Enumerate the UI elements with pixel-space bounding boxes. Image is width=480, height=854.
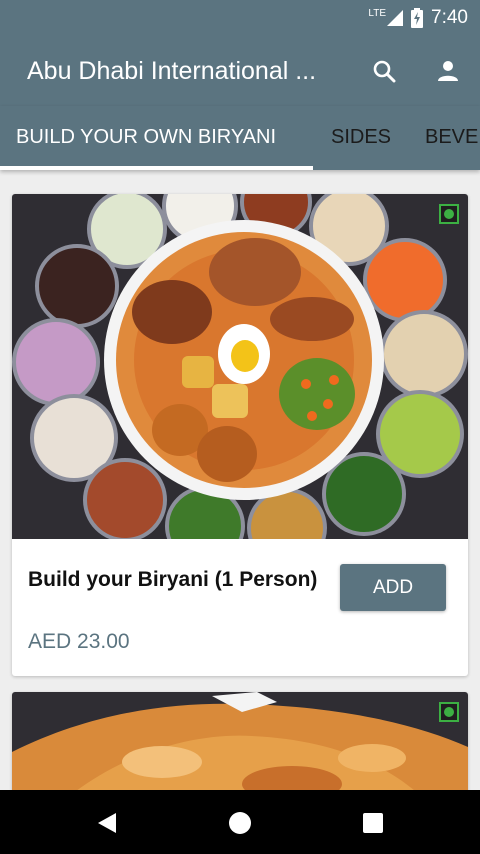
item-price: AED 23.00 (28, 630, 130, 653)
menu-item-card[interactable]: Build your Biryani (1 Person) AED 23.00 … (12, 194, 468, 676)
active-tab-indicator (0, 166, 313, 170)
add-button[interactable]: ADD (340, 564, 446, 611)
biryani-platter-image (12, 194, 468, 539)
recents-icon[interactable] (360, 810, 386, 836)
tab-build-your-own-biryani[interactable]: BUILD YOUR OWN BIRYANI (16, 126, 276, 149)
tab-sides[interactable]: SIDES (331, 126, 391, 149)
battery-charging-icon (411, 8, 424, 28)
veg-indicator-icon (439, 702, 459, 722)
status-bar: LTE 7:40 (0, 0, 480, 36)
category-tabs: BUILD YOUR OWN BIRYANI SIDES BEVE (0, 106, 480, 170)
system-navigation-bar (0, 790, 480, 854)
back-icon[interactable] (94, 810, 120, 836)
person-icon[interactable] (434, 57, 462, 85)
item-name: Build your Biryani (1 Person) (28, 568, 318, 591)
tab-beverages[interactable]: BEVE (425, 126, 478, 149)
veg-indicator-icon (439, 204, 459, 224)
status-time: 7:40 (431, 7, 468, 28)
search-icon[interactable] (370, 57, 398, 85)
app-bar: Abu Dhabi International ... (0, 36, 480, 106)
page-title: Abu Dhabi International ... (27, 56, 317, 85)
home-icon[interactable] (227, 810, 253, 836)
lte-signal-icon: LTE (368, 7, 404, 26)
network-label: LTE (368, 7, 387, 19)
